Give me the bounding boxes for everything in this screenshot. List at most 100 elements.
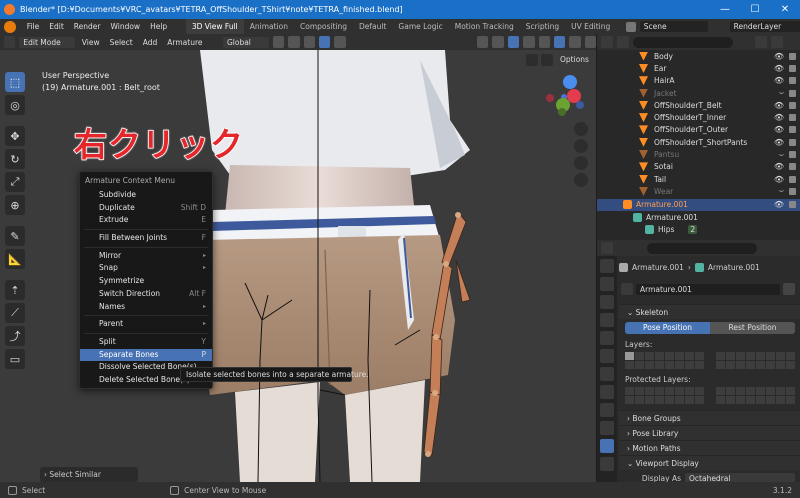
menu-item-separate-bones[interactable]: Separate Bones P <box>80 348 212 362</box>
menu-item-extrude[interactable]: Extrude E <box>80 214 212 227</box>
outliner-row[interactable]: Sotai 👁 <box>597 161 800 173</box>
output-tab-icon[interactable] <box>600 295 614 309</box>
view-layer-selector[interactable]: RenderLayer <box>729 21 800 32</box>
render-icon[interactable] <box>789 52 796 60</box>
menu-help[interactable]: Help <box>145 22 172 31</box>
overlay-toggle-icon[interactable] <box>507 36 520 48</box>
eye-icon[interactable]: 👁 <box>774 76 784 85</box>
xray-icon[interactable] <box>526 54 538 66</box>
scene-selector[interactable]: Scene <box>639 21 709 32</box>
scale-icon[interactable]: ⤢ <box>5 172 25 192</box>
menu-add[interactable]: Add <box>140 38 161 47</box>
filter-icon[interactable] <box>755 36 767 48</box>
menu-file[interactable]: File <box>22 22 45 31</box>
gizmo-toggle-icon[interactable] <box>492 36 504 48</box>
outliner-row-armature-collection[interactable]: Armature.001 👁 <box>597 198 800 211</box>
visibility-icon[interactable] <box>477 36 489 48</box>
render-icon[interactable] <box>789 163 796 171</box>
menu-item-names[interactable]: Names ▸ <box>80 301 212 314</box>
render-icon[interactable] <box>789 77 796 85</box>
render-icon[interactable] <box>789 138 796 146</box>
falloff-icon[interactable] <box>334 36 346 48</box>
menu-item-snap[interactable]: Snap ▸ <box>80 262 212 275</box>
last-operator-panel[interactable]: › Select Similar <box>40 467 138 482</box>
outliner-row[interactable]: Body 👁 <box>597 50 800 62</box>
options-dropdown[interactable]: Options <box>556 54 593 66</box>
workspace-tab-scripting[interactable]: Scripting <box>520 19 565 34</box>
outliner-row[interactable]: Wear ⌣ <box>597 185 800 197</box>
render-icon[interactable] <box>789 187 796 195</box>
maximize-icon[interactable]: ☐ <box>740 0 770 19</box>
xray-toggle-icon[interactable] <box>523 36 535 48</box>
new-collection-icon[interactable] <box>771 36 783 48</box>
eye-icon[interactable]: ⌣ <box>779 186 784 196</box>
render-icon[interactable] <box>789 175 796 183</box>
measure-icon[interactable]: 📐 <box>5 249 25 269</box>
pose-library-section[interactable]: › Pose Library <box>619 425 800 440</box>
display-mode-icon[interactable] <box>617 36 629 48</box>
view-layer-tab-icon[interactable] <box>600 313 614 327</box>
scene-icon[interactable] <box>626 21 636 32</box>
outliner-row[interactable]: OffShoulderT_ShortPants 👁 <box>597 136 800 148</box>
transform-orientation-selector[interactable]: Global <box>222 36 269 48</box>
outliner-row-hips[interactable]: Hips 2 <box>597 223 800 235</box>
render-icon[interactable] <box>789 126 796 134</box>
shading-rendered-icon[interactable] <box>584 36 596 48</box>
workspace-tab-default[interactable]: Default <box>353 19 392 34</box>
blender-menu-icon[interactable] <box>4 20 16 33</box>
viewport-display-section[interactable]: ⌄ Viewport Display <box>619 455 800 470</box>
render-icon[interactable] <box>789 201 796 209</box>
menu-view[interactable]: View <box>79 38 103 47</box>
pan-hand-icon[interactable] <box>574 139 588 153</box>
datablock-name-field[interactable]: Armature.001 <box>636 283 780 295</box>
eye-icon[interactable]: 👁 <box>774 52 784 61</box>
transform-icon[interactable]: ⊕ <box>5 195 25 215</box>
render-icon[interactable] <box>789 101 796 109</box>
workspace-tab-game-logic[interactable]: Game Logic <box>392 19 448 34</box>
close-icon[interactable]: ✕ <box>770 0 800 19</box>
armature-data-icon[interactable] <box>621 283 633 295</box>
menu-item-parent[interactable]: Parent ▸ <box>80 318 212 331</box>
protected-layers-grid[interactable] <box>619 387 800 404</box>
eye-icon[interactable]: ⌣ <box>779 150 784 160</box>
eye-icon[interactable]: 👁 <box>774 113 784 122</box>
render-tab-icon[interactable] <box>600 277 614 291</box>
eye-icon[interactable]: 👁 <box>774 200 784 209</box>
eye-icon[interactable]: 👁 <box>774 138 784 147</box>
menu-armature[interactable]: Armature <box>164 38 205 47</box>
zoom-icon[interactable] <box>574 122 588 136</box>
eye-icon[interactable]: 👁 <box>774 101 784 110</box>
workspace-tab-compositing[interactable]: Compositing <box>294 19 353 34</box>
properties-editor-icon[interactable] <box>601 242 613 254</box>
workspace-tab-3d-view-full[interactable]: 3D View Full <box>185 19 244 34</box>
shading-solid-icon[interactable] <box>553 36 566 48</box>
render-icon[interactable] <box>789 114 796 122</box>
mode-selector[interactable]: Edit Mode <box>19 36 75 48</box>
workspace-tab-motion-tracking[interactable]: Motion Tracking <box>449 19 520 34</box>
modifier-tab-icon[interactable] <box>600 385 614 399</box>
eye-icon[interactable]: ⌣ <box>779 88 784 98</box>
menu-render[interactable]: Render <box>69 22 106 31</box>
outliner-row[interactable]: OffShoulderT_Outer 👁 <box>597 124 800 136</box>
outliner-row[interactable]: OffShoulderT_Inner 👁 <box>597 111 800 123</box>
menu-window[interactable]: Window <box>105 22 145 31</box>
render-icon[interactable] <box>789 64 796 72</box>
shading-material-icon[interactable] <box>569 36 581 48</box>
object-tab-icon[interactable] <box>600 367 614 381</box>
fake-user-shield-icon[interactable] <box>783 283 795 295</box>
outliner-row[interactable]: OffShoulderT_Belt 👁 <box>597 99 800 111</box>
snap-icon[interactable] <box>288 36 300 48</box>
workspace-tab-uv-editing[interactable]: UV Editing <box>565 19 616 34</box>
roll-icon[interactable]: ⤴ <box>5 326 25 346</box>
bone-groups-section[interactable]: › Bone Groups <box>619 410 800 425</box>
outliner-editor-icon[interactable] <box>601 36 613 48</box>
cursor-icon[interactable]: ◎ <box>5 95 25 115</box>
shading-wireframe-icon[interactable] <box>538 36 550 48</box>
skeleton-section-header[interactable]: ⌄ Skeleton <box>619 304 800 319</box>
bone-tab-icon[interactable] <box>600 457 614 471</box>
outliner-row[interactable]: Tail 👁 <box>597 173 800 185</box>
pose-position-button[interactable]: Pose Position <box>625 322 710 334</box>
mirror-x-icon[interactable] <box>541 54 553 66</box>
minimize-icon[interactable]: — <box>710 0 740 19</box>
properties-search[interactable] <box>647 242 757 254</box>
